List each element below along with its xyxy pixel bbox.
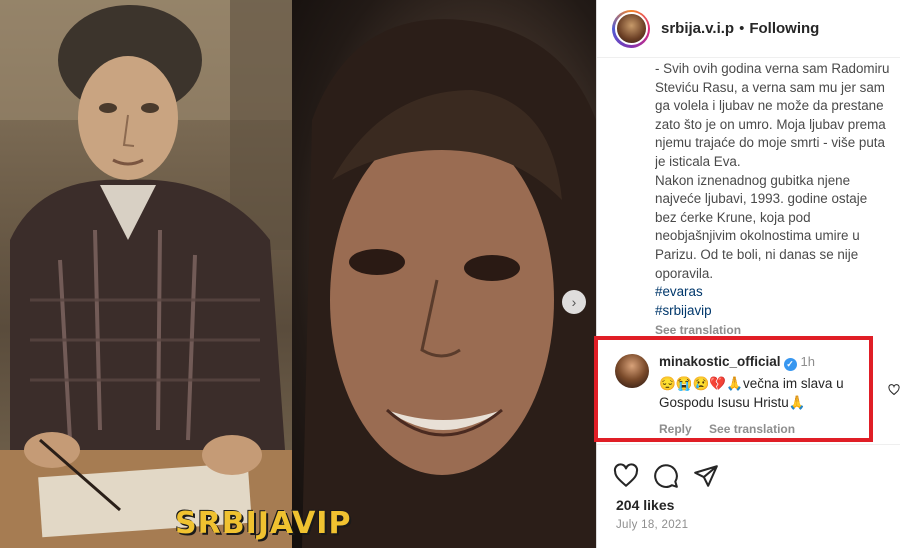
- comment-reply-button[interactable]: Reply: [659, 422, 692, 436]
- carousel-next-button[interactable]: ›: [562, 290, 586, 314]
- comment-bubble-icon[interactable]: [653, 463, 679, 489]
- highlighted-comment: minakostic_official ✓ 1h 😔😭😢💔🙏večna im sla…: [594, 336, 873, 442]
- post-caption: - Svih ovih godina verna sam Radomiru St…: [655, 60, 900, 335]
- verified-badge-icon: ✓: [783, 358, 797, 371]
- photo-woman-illustration: [302, 19, 596, 548]
- chevron-right-icon: ›: [571, 294, 577, 310]
- post-date[interactable]: July 18, 2021: [616, 519, 688, 531]
- caption-see-translation[interactable]: See translation: [655, 321, 900, 335]
- post-actions-section: 204 likes July 18, 2021: [597, 444, 900, 548]
- hashtag-evaras[interactable]: #evaras: [655, 283, 900, 302]
- comment-username[interactable]: minakostic_official: [659, 354, 781, 369]
- comment-text: 😔😭😢💔🙏večna im slava u Gospodu Isusu Hris…: [659, 376, 844, 410]
- comment-header: minakostic_official ✓ 1h: [659, 354, 815, 371]
- photo-man-illustration: [0, 0, 292, 548]
- photo-woman-portrait: [292, 0, 596, 548]
- share-paper-plane-icon[interactable]: [693, 463, 719, 489]
- profile-avatar[interactable]: [612, 9, 650, 48]
- post-header: srbija.v.i.p • Following: [597, 0, 900, 58]
- comment-avatar[interactable]: [615, 354, 649, 388]
- comment-see-translation[interactable]: See translation: [709, 422, 795, 436]
- photo-man-painting: [0, 0, 292, 548]
- watermark-text: SRBIJAVIP: [175, 506, 352, 541]
- hashtag-srbijavip[interactable]: #srbijavip: [655, 302, 900, 321]
- post-photo[interactable]: SRBIJAVIP ›: [0, 0, 596, 548]
- comment-actions: Reply See translation: [659, 422, 809, 436]
- header-separator: •: [739, 20, 745, 37]
- caption-text: - Svih ovih godina verna sam Radomiru St…: [655, 61, 890, 281]
- comment-like-heart-icon[interactable]: [888, 384, 900, 398]
- like-heart-icon[interactable]: [613, 463, 639, 489]
- likes-count[interactable]: 204 likes: [616, 497, 674, 513]
- comment-time[interactable]: 1h: [801, 354, 815, 369]
- action-icons-row: [613, 463, 719, 489]
- post-side-panel: srbija.v.i.p • Following - Svih ovih god…: [594, 0, 900, 548]
- avatar-image: [614, 12, 648, 45]
- following-button[interactable]: Following: [749, 20, 819, 37]
- post-username[interactable]: srbija.v.i.p: [661, 20, 734, 37]
